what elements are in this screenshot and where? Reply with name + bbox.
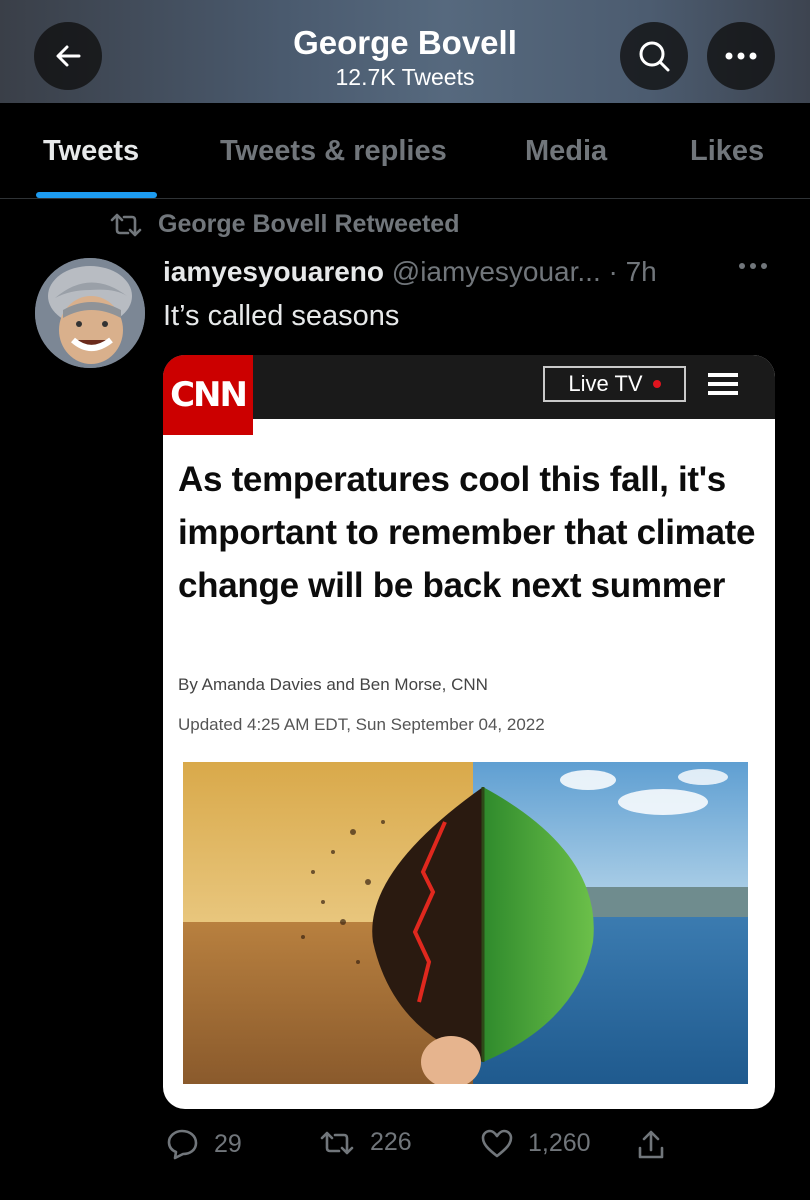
share-button[interactable] [636,1128,666,1162]
tab-media[interactable]: Media [525,135,607,168]
search-icon [639,41,670,72]
live-tv-label: Live TV [568,371,643,396]
reply-count: 29 [214,1129,242,1158]
display-name[interactable]: iamyesyouareno [163,256,384,287]
profile-tabs: Tweets Tweets & replies Media Likes [0,103,810,199]
like-count: 1,260 [528,1128,591,1157]
retweet-context[interactable]: George Bovell Retweeted [108,210,459,239]
tab-tweets-replies[interactable]: Tweets & replies [220,135,447,168]
article-updated: Updated 4:25 AM EDT, Sun September 04, 2… [178,715,545,734]
retweet-button[interactable]: 226 [318,1128,412,1157]
like-button[interactable]: 1,260 [480,1128,591,1158]
retweet-icon [110,213,142,236]
article-byline: By Amanda Davies and Ben Morse, CNN [178,675,488,694]
live-dot-icon [652,380,661,388]
tweet-media[interactable]: CNN Live TV As temperatures cool this fa… [163,355,775,1109]
reply-icon [167,1129,198,1160]
article-headline: As temperatures cool this fall, it's imp… [178,460,756,605]
tab-tweets[interactable]: Tweets [43,135,139,168]
tweet-more-button[interactable] [737,258,769,276]
retweet-count: 226 [370,1128,412,1156]
tweet-count: 12.7K Tweets [335,64,475,90]
heart-icon [481,1129,513,1158]
search-button[interactable] [620,22,688,90]
article-photo [183,762,748,1084]
reply-button[interactable]: 29 [166,1128,242,1160]
share-icon [638,1130,664,1159]
more-button[interactable] [707,22,775,90]
profile-header: George Bovell 12.7K Tweets [0,0,810,103]
active-tab-indicator [36,192,157,198]
cnn-logo: CNN [163,355,253,435]
retweet-label: George Bovell Retweeted [158,210,460,238]
more-icon [725,52,757,60]
avatar[interactable] [35,258,145,368]
live-tv-button: Live TV [543,366,686,402]
tweet-text: It’s called seasons [163,300,400,332]
retweet-icon [320,1131,354,1154]
tab-likes[interactable]: Likes [690,135,764,168]
hamburger-menu-icon [708,373,738,395]
tweet-author[interactable]: iamyesyouareno @iamyesyouar... · 7h [163,256,657,288]
handle-and-time: @iamyesyouar... · 7h [391,256,657,287]
more-icon [739,263,767,269]
profile-name: George Bovell [293,24,517,61]
